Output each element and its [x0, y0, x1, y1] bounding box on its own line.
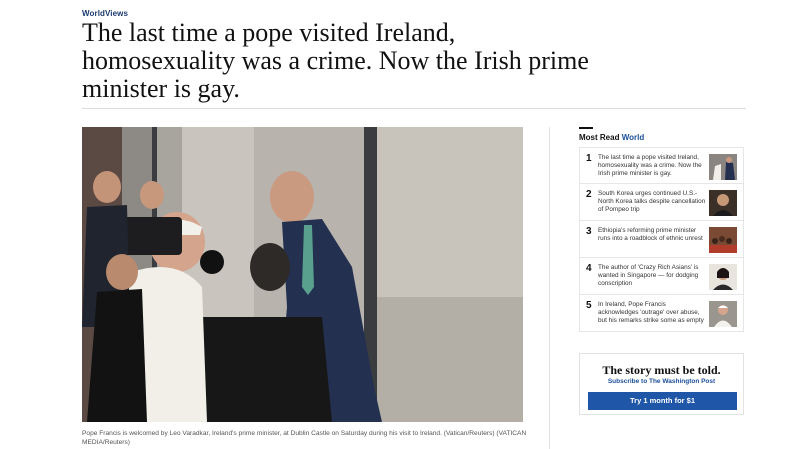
most-read-label: Most Read: [579, 133, 620, 142]
most-read-item-3[interactable]: 3 Ethiopia's reforming prime minister ru…: [579, 221, 744, 258]
item-number: 3: [586, 226, 592, 237]
item-headline[interactable]: The last time a pope visited Ireland, ho…: [598, 154, 706, 178]
item-number: 5: [586, 300, 592, 311]
article-headline: The last time a pope visited Ireland, ho…: [82, 18, 589, 103]
most-read-section[interactable]: World: [622, 133, 645, 142]
subscribe-button[interactable]: Try 1 month for $1: [588, 392, 737, 410]
section-kicker[interactable]: WorldViews: [82, 9, 128, 18]
most-read-item-2[interactable]: 2 South Korea urges continued U.S.-North…: [579, 184, 744, 221]
item-thumbnail[interactable]: [709, 301, 737, 327]
header-divider: [82, 108, 746, 109]
item-number: 4: [586, 263, 592, 274]
item-thumbnail[interactable]: [709, 154, 737, 180]
most-read-title: Most Read World: [579, 133, 644, 142]
promo-subtitle[interactable]: Subscribe to The Washington Post: [580, 378, 743, 385]
item-number: 1: [586, 153, 592, 164]
column-divider: [549, 127, 550, 449]
item-headline[interactable]: The author of 'Crazy Rich Asians' is wan…: [598, 264, 706, 288]
item-headline[interactable]: In Ireland, Pope Francis acknowledges 'o…: [598, 301, 706, 325]
article-photo: [82, 127, 523, 422]
most-read-item-1[interactable]: 1 The last time a pope visited Ireland, …: [579, 147, 744, 184]
photo-caption: Pope Francis is welcomed by Leo Varadkar…: [82, 430, 527, 446]
item-headline[interactable]: South Korea urges continued U.S.-North K…: [598, 190, 706, 214]
item-thumbnail[interactable]: [709, 264, 737, 290]
item-number: 2: [586, 189, 592, 200]
most-read-bar: [579, 127, 593, 129]
most-read-list: 1 The last time a pope visited Ireland, …: [579, 147, 744, 332]
most-read-item-5[interactable]: 5 In Ireland, Pope Francis acknowledges …: [579, 295, 744, 332]
item-headline[interactable]: Ethiopia's reforming prime minister runs…: [598, 227, 706, 243]
promo-title: The story must be told.: [602, 363, 721, 377]
item-thumbnail[interactable]: [709, 190, 737, 216]
most-read-item-4[interactable]: 4 The author of 'Crazy Rich Asians' is w…: [579, 258, 744, 295]
subscribe-promo: The story must be told. Subscribe to The…: [579, 353, 744, 415]
item-thumbnail[interactable]: [709, 227, 737, 253]
